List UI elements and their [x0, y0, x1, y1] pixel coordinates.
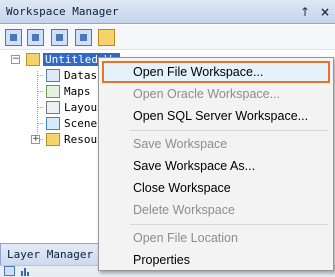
scenes-icon [46, 117, 60, 130]
tree-item-resources[interactable]: Resou [64, 132, 97, 148]
tree-connector [37, 91, 43, 92]
menu-item-close-workspace[interactable]: Close Workspace [102, 177, 330, 199]
tree-connector [37, 71, 38, 138]
menu-item-properties[interactable]: Properties [102, 249, 330, 271]
panel-title: Workspace Manager [6, 5, 119, 18]
datasources-icon [46, 69, 60, 82]
resources-icon [46, 133, 60, 146]
panel-toolbar [0, 25, 335, 50]
menu-item-save-workspace-as[interactable]: Save Workspace As... [102, 155, 330, 177]
layer-manager-tab[interactable]: Layer Manager [0, 243, 100, 265]
folder-icon[interactable] [98, 29, 115, 46]
scene-icon[interactable] [75, 29, 92, 46]
menu-item-open-sql-server-workspace[interactable]: Open SQL Server Workspace... [102, 105, 330, 127]
map-icon[interactable] [27, 29, 44, 46]
close-icon[interactable]: × [317, 4, 333, 20]
menu-item-delete-workspace[interactable]: Delete Workspace [102, 199, 330, 221]
menu-separator [130, 224, 328, 225]
layout-icon[interactable] [51, 29, 68, 46]
tree-item-layouts[interactable]: Layou [64, 100, 97, 116]
menu-item-open-file-workspace[interactable]: Open File Workspace... [102, 61, 330, 83]
pin-icon[interactable]: ↑ [297, 4, 313, 20]
datasource-icon[interactable] [5, 29, 22, 46]
maps-icon [46, 85, 60, 98]
expand-icon[interactable]: + [31, 135, 40, 144]
tree-connector [37, 123, 43, 124]
panel-titlebar: Workspace Manager ↑ × [0, 0, 335, 24]
tree-item-datasources[interactable]: Datas [64, 68, 97, 84]
tree-connector [37, 75, 43, 76]
menu-separator [130, 130, 328, 131]
context-menu: Open File Workspace... Open Oracle Works… [98, 57, 334, 271]
workspace-icon [26, 53, 40, 66]
tree-connector [37, 107, 43, 108]
layer-manager-title: Layer Manager [7, 248, 94, 261]
layer-list-icon[interactable] [4, 266, 15, 276]
tree-item-maps[interactable]: Maps [64, 84, 91, 100]
menu-item-save-workspace[interactable]: Save Workspace [102, 133, 330, 155]
layer-chart-icon[interactable] [20, 266, 31, 276]
menu-item-open-oracle-workspace[interactable]: Open Oracle Workspace... [102, 83, 330, 105]
menu-item-open-file-location[interactable]: Open File Location [102, 227, 330, 249]
workspace-tree: − Untitled Wo Datas Maps Layou Scene + R… [0, 51, 120, 243]
collapse-icon[interactable]: − [11, 55, 20, 64]
layouts-icon [46, 101, 60, 114]
tree-item-scenes[interactable]: Scene [64, 116, 97, 132]
